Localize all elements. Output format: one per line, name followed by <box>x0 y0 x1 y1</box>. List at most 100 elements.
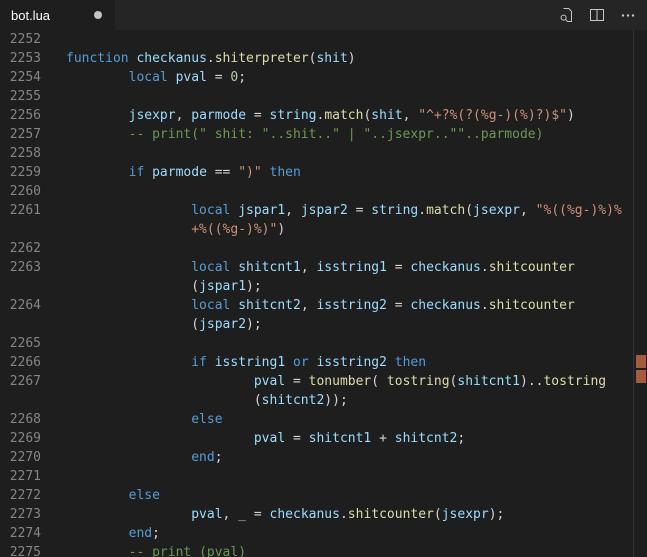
line-number[interactable] <box>0 277 41 296</box>
line-number[interactable]: 2263 <box>0 258 41 277</box>
code-text: (shitcnt2)); <box>41 391 348 410</box>
line-number[interactable]: 2272 <box>0 486 41 505</box>
line-number[interactable]: 2262 <box>0 239 41 258</box>
line-number[interactable]: 2258 <box>0 144 41 163</box>
code-line[interactable]: (jspar1); <box>0 277 647 296</box>
line-number[interactable]: 2252 <box>0 30 41 49</box>
line-number[interactable] <box>0 315 41 334</box>
line-number[interactable]: 2266 <box>0 353 41 372</box>
code-line[interactable]: 2254 local pval = 0; <box>0 68 647 87</box>
line-number[interactable]: 2256 <box>0 106 41 125</box>
code-line[interactable]: 2256 jsexpr, parmode = string.match(shit… <box>0 106 647 125</box>
code-line[interactable]: 2271 <box>0 467 647 486</box>
code-token: jspar1 <box>238 203 286 218</box>
code-line[interactable]: 2266 if isstring1 or isstring2 then <box>0 353 647 372</box>
modified-dot-icon[interactable] <box>94 11 102 19</box>
code-text: else <box>41 410 223 429</box>
code-token: pval <box>253 431 286 446</box>
code-line[interactable]: 2273 pval, _ = checkanus.shitcounter(jse… <box>0 505 647 524</box>
line-number[interactable]: 2264 <box>0 296 41 315</box>
code-line[interactable]: 2270 end; <box>0 448 647 467</box>
line-number[interactable]: 2275 <box>0 543 41 557</box>
code-token: ")" <box>238 165 262 180</box>
more-actions-icon[interactable] <box>618 5 638 25</box>
code-token: isstring2 <box>316 355 387 370</box>
code-editor[interactable]: 2252 2253 function checkanus.shiterpreter(… <box>0 30 647 557</box>
line-number[interactable]: 2260 <box>0 182 41 201</box>
line-number[interactable]: 2257 <box>0 125 41 144</box>
line-number[interactable]: 2273 <box>0 505 41 524</box>
code-token: shitcnt1 <box>308 431 372 446</box>
code-line[interactable]: 2263 local shitcnt1, isstring1 = checkan… <box>0 258 647 277</box>
code-line[interactable]: 2275 -- print (pval) <box>0 543 647 557</box>
code-token: = <box>246 108 270 123</box>
code-token: jspar2 <box>300 203 348 218</box>
code-line[interactable]: 2265 <box>0 334 647 353</box>
line-number[interactable]: 2253 <box>0 49 41 68</box>
code-line[interactable]: 2272 else <box>0 486 647 505</box>
code-line[interactable]: +%((%g-)%)") <box>0 220 647 239</box>
line-number[interactable]: 2259 <box>0 163 41 182</box>
code-token: parmode <box>191 108 247 123</box>
line-number[interactable]: 2265 <box>0 334 41 353</box>
split-editor-icon[interactable] <box>587 5 607 25</box>
line-number[interactable] <box>0 391 41 410</box>
line-number[interactable]: 2261 <box>0 201 41 220</box>
code-text: local pval = 0; <box>41 68 246 87</box>
code-token: , <box>520 203 536 218</box>
code-line[interactable]: 2253 function checkanus.shiterpreter(shit… <box>0 49 647 68</box>
code-token: ) <box>277 222 286 237</box>
line-number[interactable]: 2255 <box>0 87 41 106</box>
code-line[interactable]: 2267 pval = tonumber( tostring(shitcnt1)… <box>0 372 647 391</box>
code-text: +%((%g-)%)") <box>41 220 285 239</box>
code-line[interactable]: 2264 local shitcnt2, isstring2 = checkan… <box>0 296 647 315</box>
code-token: , <box>402 108 419 123</box>
line-number[interactable]: 2270 <box>0 448 41 467</box>
code-line[interactable]: 2258 <box>0 144 647 163</box>
code-line[interactable]: 2257 -- print(" shit: "..shit.." | "..js… <box>0 125 647 144</box>
code-token: "%((%g-)%)% <box>535 203 622 218</box>
code-line[interactable]: 2261 local jspar1, jspar2 = string.match… <box>0 201 647 220</box>
tab-bot-lua[interactable]: bot.lua <box>0 0 115 30</box>
code-token: parmode <box>152 165 207 180</box>
code-line[interactable]: 2255 <box>0 87 647 106</box>
line-number[interactable]: 2254 <box>0 68 41 87</box>
code-token: , <box>300 260 317 275</box>
scrollbar[interactable] <box>633 30 647 557</box>
code-token: ) <box>566 108 575 123</box>
code-line[interactable]: 2260 <box>0 182 647 201</box>
code-token: else <box>191 412 223 427</box>
code-token: shitcnt1 <box>457 374 520 389</box>
line-number[interactable]: 2269 <box>0 429 41 448</box>
open-changes-icon[interactable] <box>556 5 576 25</box>
line-number[interactable]: 2271 <box>0 467 41 486</box>
code-line[interactable]: (shitcnt2)); <box>0 391 647 410</box>
code-token: if <box>191 355 207 370</box>
code-line[interactable]: 2252 <box>0 30 647 49</box>
code-line[interactable]: 2262 <box>0 239 647 258</box>
line-number[interactable]: 2274 <box>0 524 41 543</box>
line-number[interactable] <box>0 220 41 239</box>
code-line[interactable]: 2274 end; <box>0 524 647 543</box>
code-line[interactable]: 2268 else <box>0 410 647 429</box>
line-number[interactable]: 2268 <box>0 410 41 429</box>
line-number[interactable]: 2267 <box>0 372 41 391</box>
code-text: pval = shitcnt1 + shitcnt2; <box>41 429 465 448</box>
code-text: pval = tonumber( tostring(shitcnt1)..tos… <box>41 372 606 391</box>
code-line[interactable]: 2259 if parmode == ")" then <box>0 163 647 182</box>
code-token: , <box>222 507 239 522</box>
code-text: -- print (pval) <box>41 543 246 557</box>
code-token: = <box>246 507 270 522</box>
code-line[interactable]: (jspar2); <box>0 315 647 334</box>
code-line[interactable]: 2269 pval = shitcnt1 + shitcnt2; <box>0 429 647 448</box>
code-token: local <box>191 203 231 218</box>
code-token: or <box>293 355 309 370</box>
